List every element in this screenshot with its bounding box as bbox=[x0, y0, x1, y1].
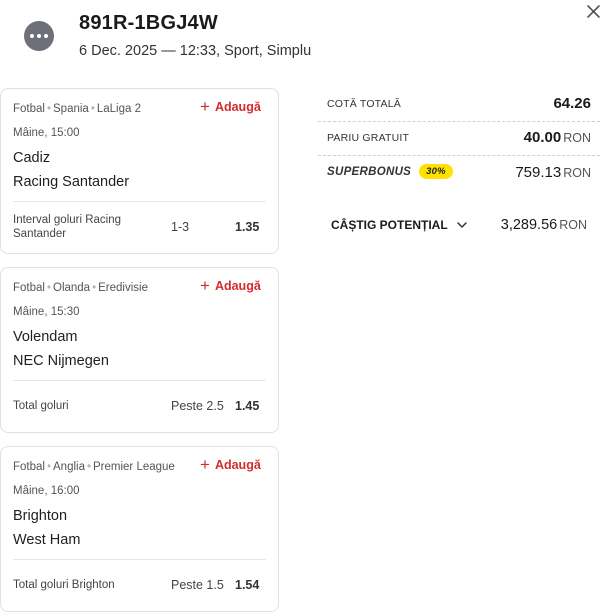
home-team: Volendam bbox=[13, 329, 78, 345]
total-odds-value: 64.26 bbox=[553, 95, 591, 112]
total-odds-label: COTĂ TOTALĂ bbox=[327, 98, 401, 110]
event-card: Fotbal • Olanda • Eredivisie + Adaugă Mâine,… bbox=[0, 267, 279, 433]
event-time: Mâine, 15:30 bbox=[13, 306, 80, 318]
divider bbox=[13, 559, 266, 560]
selection: Peste 2.5 bbox=[171, 399, 224, 413]
odds: 1.54 bbox=[235, 578, 260, 592]
event-time: Mâine, 15:00 bbox=[13, 127, 80, 139]
odds: 1.45 bbox=[235, 399, 260, 413]
away-team: NEC Nijmegen bbox=[13, 353, 109, 369]
close-icon[interactable] bbox=[585, 3, 603, 21]
odds: 1.35 bbox=[235, 220, 260, 234]
superbonus-value: 759.13 RON bbox=[515, 164, 591, 181]
superbonus-label: SUPERBONUS 30% bbox=[327, 164, 453, 179]
plus-icon: + bbox=[200, 97, 210, 116]
divider bbox=[13, 201, 266, 202]
event-league: Fotbal • Olanda • Eredivisie bbox=[13, 282, 148, 294]
away-team: West Ham bbox=[13, 532, 81, 548]
event-card: Fotbal • Anglia • Premier League + Adaugă Mâ… bbox=[0, 446, 279, 612]
market-name: Total goluri bbox=[13, 400, 69, 412]
event-card: Fotbal • Spania • LaLiga 2 + Adaugă Mâine, 1… bbox=[0, 88, 279, 254]
home-team: Cadiz bbox=[13, 150, 51, 166]
add-event-button[interactable]: + Adaugă bbox=[200, 276, 261, 295]
free-bet-label: PARIU GRATUIT bbox=[327, 132, 410, 144]
selection: 1-3 bbox=[171, 220, 190, 234]
ticket-header: 891R-1BGJ4W 6 Dec. 2025 — 12:33, Sport, … bbox=[0, 0, 608, 80]
event-league: Fotbal • Anglia • Premier League bbox=[13, 461, 175, 473]
selection: Peste 1.5 bbox=[171, 578, 224, 592]
market-name: Total goluri Brighton bbox=[13, 579, 115, 591]
potential-win-value: 3,289.56 RON bbox=[500, 217, 587, 233]
free-bet-value: 40.00 RON bbox=[523, 129, 591, 146]
divider bbox=[318, 155, 600, 156]
plus-icon: + bbox=[200, 455, 210, 474]
ticket-meta: 6 Dec. 2025 — 12:33, Sport, Simplu bbox=[79, 43, 312, 59]
away-team: Racing Santander bbox=[13, 174, 130, 190]
divider bbox=[13, 380, 266, 381]
market-name: Interval goluri Racing Santander bbox=[13, 214, 122, 240]
add-event-button[interactable]: + Adaugă bbox=[200, 455, 261, 474]
superbonus-badge: 30% bbox=[419, 164, 453, 179]
add-event-button[interactable]: + Adaugă bbox=[200, 97, 261, 116]
chevron-down-icon bbox=[456, 221, 467, 228]
potential-win-toggle[interactable]: CÂȘTIG POTENȚIAL bbox=[331, 218, 467, 232]
ticket-id: 891R-1BGJ4W bbox=[79, 12, 218, 34]
event-time: Mâine, 16:00 bbox=[13, 485, 80, 497]
divider bbox=[318, 121, 600, 122]
home-team: Brighton bbox=[13, 508, 68, 524]
more-options-icon[interactable] bbox=[24, 21, 54, 51]
event-league: Fotbal • Spania • LaLiga 2 bbox=[13, 103, 141, 115]
plus-icon: + bbox=[200, 276, 210, 295]
